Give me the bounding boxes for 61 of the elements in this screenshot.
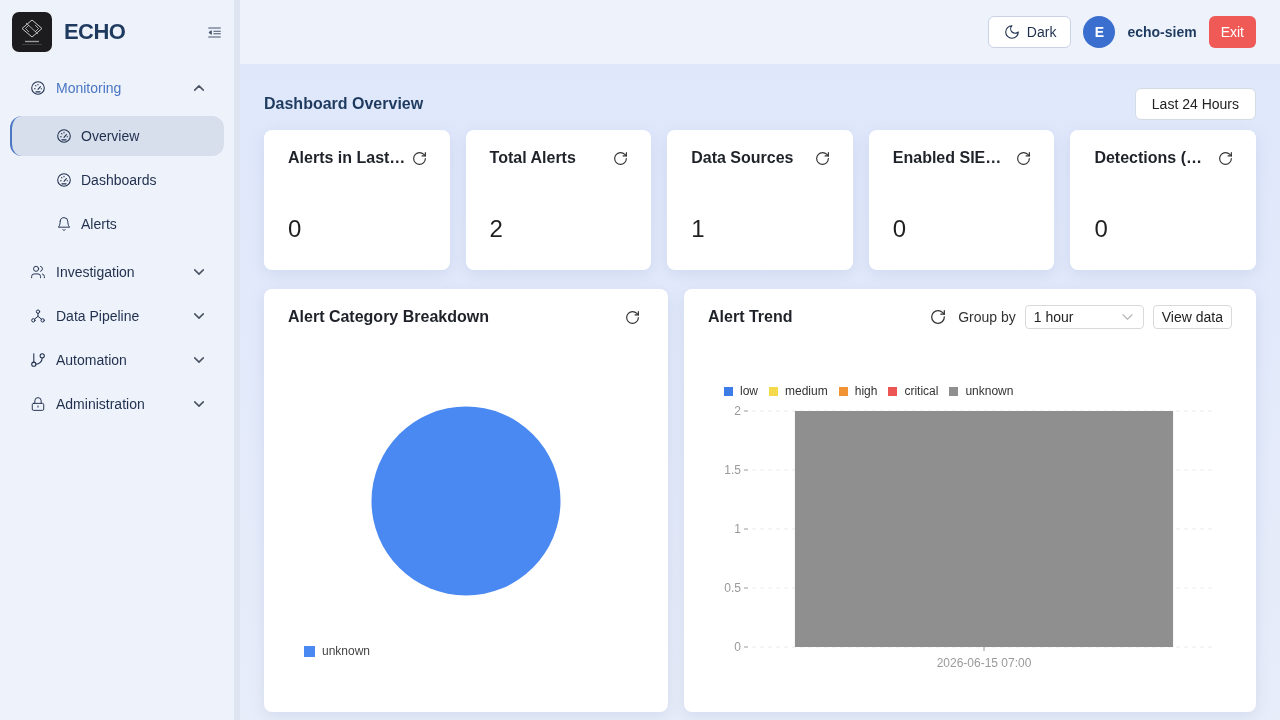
legend-label: low xyxy=(740,383,758,399)
legend-label: critical xyxy=(904,383,939,399)
brand-name: ECHO xyxy=(64,18,126,46)
lock-icon xyxy=(31,397,45,411)
group-by-select[interactable]: 1 hour xyxy=(1024,305,1144,329)
sidebar-subitem[interactable]: Overview xyxy=(10,116,224,156)
axis-tick-label: 0 xyxy=(734,640,741,654)
theme-toggle-button[interactable]: Dark xyxy=(987,16,1072,48)
stat-value: 0 xyxy=(288,214,302,244)
user-name: echo-siem xyxy=(1127,23,1197,42)
branch-icon xyxy=(31,353,45,367)
refresh-icon[interactable] xyxy=(412,151,426,165)
refresh-icon[interactable] xyxy=(1219,151,1232,165)
axis-tick-label: 1.5 xyxy=(724,463,741,477)
chart-title: Alert Trend xyxy=(708,307,793,327)
sidebar-item[interactable]: Data Pipeline xyxy=(10,294,224,338)
stat-title: Enabled SIE… xyxy=(892,148,1002,168)
stat-title: Total Alerts xyxy=(489,148,576,168)
page-title: Dashboard Overview xyxy=(264,94,424,114)
stat-title: Detections (… xyxy=(1094,148,1202,168)
brand-logo-icon xyxy=(12,12,52,52)
stat-value: 2 xyxy=(489,214,503,244)
axis-tick-label: 2026-06-15 07:00 xyxy=(936,656,1032,670)
refresh-icon[interactable] xyxy=(1017,151,1031,165)
legend-label: unknown xyxy=(322,643,371,659)
stat-title: Alerts in Last… xyxy=(288,148,406,168)
bell-icon xyxy=(57,217,71,231)
refresh-icon[interactable] xyxy=(626,310,639,324)
legend-label: medium xyxy=(785,383,828,399)
sidebar-subitem[interactable]: Alerts xyxy=(10,204,224,244)
stat-value: 0 xyxy=(1094,214,1108,244)
legend-label: unknown xyxy=(965,383,1014,399)
stat-value: 1 xyxy=(691,214,705,244)
refresh-icon[interactable] xyxy=(815,151,829,165)
moon-icon xyxy=(1004,25,1019,39)
menu-fold-icon[interactable] xyxy=(208,26,221,38)
view-data-button[interactable]: View data xyxy=(1152,305,1232,329)
users-icon xyxy=(31,265,45,279)
axis-tick-label: 1 xyxy=(734,522,741,536)
chart-title: Alert Category Breakdown xyxy=(288,307,489,327)
user-avatar[interactable]: E xyxy=(1083,16,1116,48)
sidebar-item[interactable]: Administration xyxy=(10,382,224,426)
time-range-button[interactable]: Last 24 Hours xyxy=(1134,88,1256,120)
stat-title: Data Sources xyxy=(691,148,794,168)
sidebar-item[interactable]: Monitoring xyxy=(10,66,224,110)
nodes-icon xyxy=(31,309,45,323)
gauge-icon xyxy=(57,129,71,143)
legend-swatch-icon xyxy=(304,645,315,657)
refresh-icon[interactable] xyxy=(931,310,946,324)
sidebar-item[interactable]: Investigation xyxy=(10,250,224,294)
axis-tick-label: 0.5 xyxy=(724,581,741,595)
legend-label: high xyxy=(854,383,878,399)
stat-value: 0 xyxy=(892,214,907,244)
axis-tick-label: 2 xyxy=(734,404,741,418)
gauge-icon xyxy=(57,173,71,187)
gauge-icon xyxy=(31,81,45,95)
group-by-label: Group by xyxy=(958,308,1016,327)
refresh-icon[interactable] xyxy=(614,151,628,165)
sidebar-subitem[interactable]: Dashboards xyxy=(10,160,224,200)
sidebar-item[interactable]: Automation xyxy=(10,338,224,382)
chevron-down-icon xyxy=(1121,314,1133,320)
